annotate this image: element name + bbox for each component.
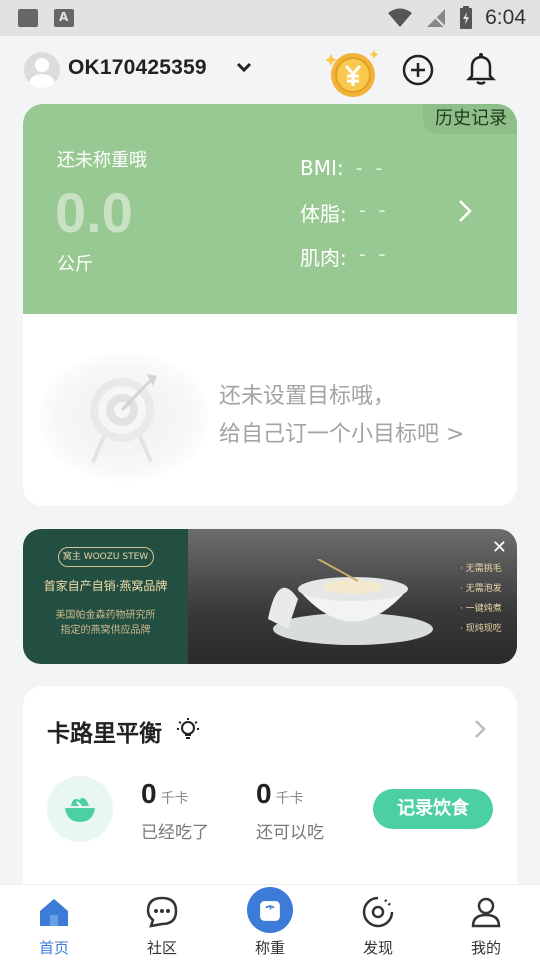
bowl-image [268, 559, 433, 645]
tab-weigh[interactable]: 称重 [216, 885, 324, 960]
metric-body-fat: 体脂: - - [300, 198, 389, 226]
weigh-hint: 还未称重哦 [57, 150, 147, 171]
goal-line-1: 还未设置目标哦， [219, 384, 396, 409]
weight-unit: 公斤 [57, 254, 93, 275]
tab-community[interactable]: 社区 [108, 885, 216, 960]
status-bar: 6:04 [0, 0, 540, 36]
home-icon [40, 899, 68, 926]
chevron-right-icon[interactable] [473, 718, 487, 740]
calories-remaining: 0 千卡 还可以吃 [256, 778, 324, 843]
weight-value: 0.0 [55, 181, 133, 244]
banner-photo: · 无需挑毛 · 无需泡发 · 一键炖煮 · 现炖现吃 [188, 529, 517, 664]
food-bowl-icon [47, 776, 113, 842]
account-name[interactable]: OK170425359 [68, 56, 207, 80]
lightbulb-icon[interactable] [175, 716, 201, 742]
record-diet-button[interactable]: 记录饮食 [373, 789, 493, 829]
goal-line-2[interactable]: 给自己订一个小目标吧 > [219, 416, 464, 454]
target-icon [90, 374, 157, 463]
battery-charging-icon [460, 6, 473, 29]
chevron-right-icon[interactable] [457, 198, 473, 224]
chevron-down-icon[interactable] [236, 62, 252, 74]
app-header: OK170425359 [0, 36, 540, 104]
feature-list: · 无需挑毛 · 无需泡发 · 一键炖煮 · 现炖现吃 [460, 564, 502, 634]
chat-bubble-icon [146, 896, 178, 928]
scale-icon [260, 901, 280, 921]
calorie-title: 卡路里平衡 [47, 721, 162, 747]
discover-icon [362, 896, 394, 928]
goal-section[interactable]: 还未设置目标哦， 给自己订一个小目标吧 > [23, 314, 517, 506]
weight-card: 历史记录 还未称重哦 0.0 公斤 BMI: - - 体脂: - - 肌肉: - - … [23, 104, 517, 506]
close-icon[interactable]: ✕ [492, 537, 507, 558]
metric-bmi: BMI: - - [300, 156, 386, 180]
metric-muscle: 肌肉: - - [300, 242, 389, 270]
tab-profile[interactable]: 我的 [432, 885, 540, 960]
banner-brand-panel: 窝主 WOOZU STEW 首家自产自销·燕窝品牌 美国帕金森药物研究所 指定的… [23, 529, 188, 664]
history-button[interactable]: 历史记录 [423, 104, 517, 134]
tab-discover[interactable]: 发现 [324, 885, 432, 960]
coin-reward-icon[interactable] [326, 46, 380, 98]
font-notification-icon [54, 9, 74, 27]
calories-eaten: 0 千卡 已经吃了 [141, 778, 209, 843]
tab-home[interactable]: 首页 [0, 885, 108, 960]
bottom-tab-bar: 首页 社区 称重 发现 我的 [0, 884, 540, 960]
wifi-icon [388, 8, 413, 27]
calorie-card: 卡路里平衡 0 千卡 已经吃了 0 千卡 还可以吃 记录饮食 [23, 686, 517, 906]
clock: 6:04 [485, 6, 526, 29]
brand-desc-line-1: 美国帕金森药物研究所 [55, 610, 156, 621]
avatar[interactable] [24, 52, 60, 88]
promo-banner[interactable]: 窝主 WOOZU STEW 首家自产自销·燕窝品牌 美国帕金森药物研究所 指定的… [23, 529, 517, 664]
bell-icon[interactable] [466, 52, 496, 86]
signal-off-icon [427, 9, 446, 28]
add-icon[interactable] [402, 54, 434, 86]
person-icon [471, 897, 501, 928]
brand-tag: 窝主 WOOZU STEW [57, 547, 154, 567]
weight-summary[interactable]: 历史记录 还未称重哦 0.0 公斤 BMI: - - 体脂: - - 肌肉: - - [23, 104, 517, 314]
image-notification-icon [18, 9, 38, 27]
brand-desc-line-2: 指定的燕窝供应品牌 [60, 625, 151, 636]
brand-slogan: 首家自产自销·燕窝品牌 [43, 579, 168, 593]
